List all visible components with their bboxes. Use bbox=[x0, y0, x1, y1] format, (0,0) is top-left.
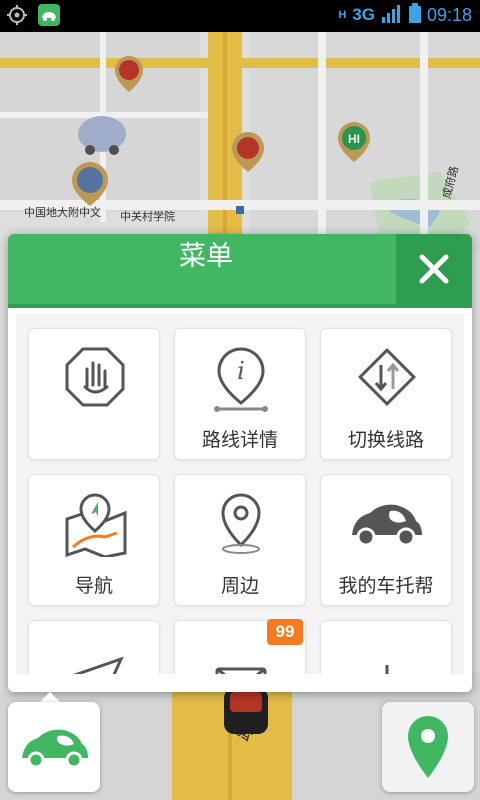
signal-type: H bbox=[338, 8, 347, 21]
menu-header: 菜单 bbox=[8, 234, 472, 308]
network-type: 3G bbox=[352, 5, 375, 24]
message-icon bbox=[215, 667, 267, 674]
stop-hand-icon bbox=[65, 347, 125, 407]
navigation-map-icon bbox=[65, 493, 127, 557]
battery-icon bbox=[408, 3, 421, 27]
menu-item-label: 我的车托帮 bbox=[338, 575, 434, 597]
close-button[interactable] bbox=[396, 234, 472, 304]
menu-grid: i 路线详情 切换线路 导航 周边 我的车托帮 99 bbox=[16, 314, 464, 674]
close-icon bbox=[419, 254, 449, 284]
menu-item-route-detail[interactable]: i 路线详情 bbox=[174, 328, 306, 460]
menu-item-label: 周边 bbox=[220, 575, 259, 597]
status-bar: H 3G 09:18 bbox=[0, 0, 480, 32]
clock: 09:18 bbox=[426, 4, 472, 25]
menu-item-navigate[interactable]: 导航 bbox=[28, 474, 160, 606]
gps-icon bbox=[6, 4, 28, 30]
menu-item-label: 路线详情 bbox=[201, 429, 278, 451]
app-car-icon bbox=[22, 729, 88, 769]
menu-item-messages[interactable]: 99 bbox=[174, 619, 306, 674]
send-icon bbox=[73, 656, 124, 674]
signal-icon bbox=[381, 3, 403, 27]
menu-toggle-button[interactable] bbox=[8, 702, 100, 792]
menu-item-my-chetuobang[interactable]: 我的车托帮 bbox=[320, 474, 452, 606]
app-car-icon bbox=[38, 4, 60, 30]
menu-item-nearby[interactable]: 周边 bbox=[174, 474, 306, 606]
switch-route-icon bbox=[358, 348, 416, 406]
message-count-badge: 99 bbox=[267, 619, 303, 645]
route-info-icon: i bbox=[214, 347, 268, 412]
nearby-pin-icon bbox=[221, 493, 261, 554]
menu-item-label: 切换线路 bbox=[347, 429, 424, 451]
svg-text:i: i bbox=[237, 357, 245, 385]
my-location-button[interactable] bbox=[382, 702, 474, 792]
menu-item-report[interactable] bbox=[28, 328, 160, 460]
menu-item-exit[interactable] bbox=[320, 620, 452, 674]
menu-dialog: 菜单 i 路线详情 切换线路 导航 周边 我的车托帮 99 bbox=[8, 234, 472, 692]
menu-item-label: 导航 bbox=[74, 575, 113, 597]
menu-item-switch-route[interactable]: 切换线路 bbox=[320, 328, 452, 460]
car-icon bbox=[352, 504, 422, 547]
power-icon bbox=[385, 665, 389, 674]
menu-title: 菜单 bbox=[179, 241, 233, 272]
menu-item-share[interactable] bbox=[28, 620, 160, 674]
location-pin-icon bbox=[408, 716, 448, 778]
